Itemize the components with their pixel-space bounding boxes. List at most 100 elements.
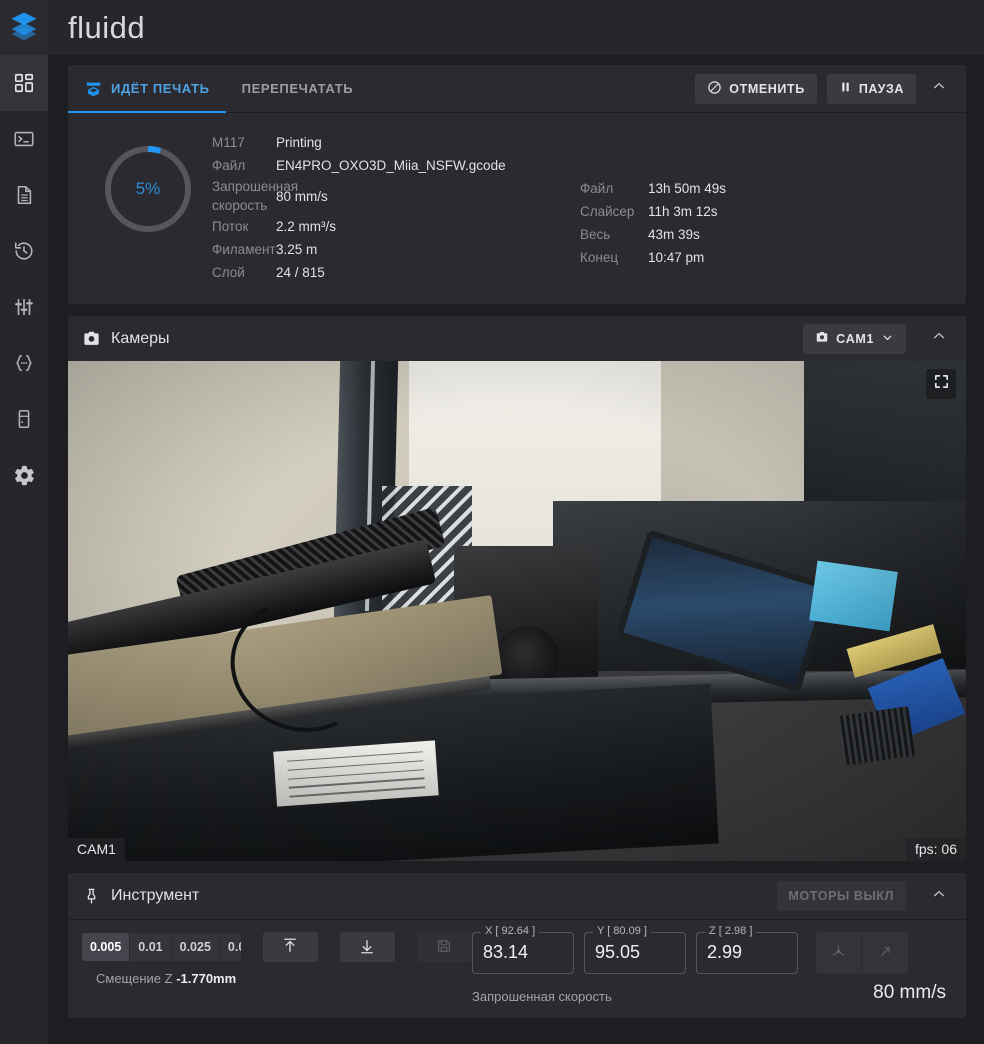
- tab-reprint-label: ПЕРЕПЕЧАТАТЬ: [241, 81, 354, 96]
- progress-ring: 5%: [102, 143, 194, 235]
- cancel-button-label: ОТМЕНИТЬ: [729, 81, 805, 96]
- printer-3d-nozzle-icon: [84, 79, 103, 98]
- app-logo[interactable]: [0, 0, 48, 55]
- pause-icon: [839, 80, 852, 97]
- home-all-button[interactable]: [816, 932, 862, 974]
- print-status-body: 5% M117 Printing Файл EN4PRO_OXO3D_Miia_…: [68, 113, 966, 304]
- nozzle-icon: [82, 887, 101, 906]
- camera-icon: [815, 330, 829, 347]
- print-status-header: ИДЁТ ПЕЧАТЬ ПЕРЕПЕЧАТАТЬ ОТМЕНИТЬ ПАУЗА: [68, 65, 966, 113]
- pause-button[interactable]: ПАУЗА: [826, 73, 916, 104]
- coord-z-value: 2.99: [707, 942, 743, 962]
- z-offset-up-button[interactable]: [262, 932, 318, 962]
- sidebar-item-macros[interactable]: [0, 335, 48, 391]
- move-diagonal-button[interactable]: [862, 932, 908, 974]
- time-key: Конец: [580, 250, 619, 265]
- tab-reprint[interactable]: ПЕРЕПЕЧАТАТЬ: [226, 65, 370, 113]
- top-bar: fluidd: [0, 0, 984, 55]
- cameras-header: Камеры CAM1: [68, 316, 966, 361]
- collapse-status-button[interactable]: [924, 74, 954, 104]
- time-key: Слайсер: [580, 204, 635, 219]
- requested-speed-line: Запрошенная скорость 80 mm/s: [472, 982, 952, 1004]
- tab-printing[interactable]: ИДЁТ ПЕЧАТЬ: [68, 65, 226, 113]
- camera-selector-button[interactable]: CAM1: [803, 323, 906, 354]
- info-key: M117: [212, 135, 245, 150]
- z-offset-label: Смещение Z: [96, 971, 173, 986]
- sidebar-item-console[interactable]: [0, 111, 48, 167]
- sidebar-item-tune[interactable]: [0, 279, 48, 335]
- chevron-up-icon: [931, 78, 947, 99]
- coord-y-legend: Y [ 80.09 ]: [593, 925, 651, 937]
- sidebar-item-settings[interactable]: [0, 447, 48, 503]
- z-step-0025[interactable]: 0.025: [171, 933, 220, 961]
- camera-selector-label: CAM1: [836, 331, 874, 346]
- z-step-group: 0.005 0.01 0.025 0.05: [82, 933, 241, 961]
- sidebar-item-device[interactable]: [0, 391, 48, 447]
- dashboard-grid-icon: [13, 72, 35, 94]
- z-offset-down-button[interactable]: [339, 932, 395, 962]
- cameras-title: Камеры: [111, 329, 170, 347]
- time-row-eta: Конец 10:47 pm: [580, 246, 726, 269]
- z-step-005[interactable]: 0.05: [219, 933, 241, 961]
- time-key: Файл: [580, 181, 614, 196]
- info-key: Поток: [212, 219, 249, 234]
- main-content: ИДЁТ ПЕЧАТЬ ПЕРЕПЕЧАТАТЬ ОТМЕНИТЬ ПАУЗА …: [48, 55, 984, 1044]
- requested-speed-value: 80 mm/s: [873, 982, 946, 1003]
- print-status-card: ИДЁТ ПЕЧАТЬ ПЕРЕПЕЧАТАТЬ ОТМЕНИТЬ ПАУЗА …: [68, 65, 966, 304]
- coord-y[interactable]: Y [ 80.09 ] 95.05: [584, 925, 686, 974]
- terminal-icon: [13, 128, 35, 150]
- coord-z-legend: Z [ 2.98 ]: [705, 925, 757, 937]
- history-clock-icon: [13, 240, 35, 262]
- coord-x-legend: X [ 92.64 ]: [481, 925, 540, 937]
- camera-name-overlay: CAM1: [68, 838, 125, 861]
- tool-title: Инструмент: [111, 887, 200, 904]
- chevron-down-icon: [881, 331, 894, 347]
- save-floppy-icon: [436, 938, 452, 957]
- info-value: 24 / 815: [276, 265, 325, 280]
- save-offset-button[interactable]: [416, 932, 473, 962]
- position-controls: X [ 92.64 ] 83.14 Y [ 80.09 ] 95.05 Z [ …: [472, 925, 952, 1004]
- info-key: Файл: [212, 158, 246, 173]
- collapse-tool-button[interactable]: [924, 881, 954, 911]
- time-row-total: Весь 43m 39s: [580, 223, 726, 246]
- info-row-flow: Поток 2.2 mm³/s: [212, 215, 512, 238]
- sidebar-item-gcode-files[interactable]: [0, 167, 48, 223]
- sidebar-item-history[interactable]: [0, 223, 48, 279]
- time-row-slicer: Слайсер 11h 3m 12s: [580, 200, 726, 223]
- coord-z[interactable]: Z [ 2.98 ] 2.99: [696, 925, 798, 974]
- time-value: 43m 39s: [648, 227, 700, 242]
- info-key: Филамент: [212, 242, 276, 257]
- server-icon: [13, 408, 35, 430]
- camera-stream[interactable]: CAM1 fps: 06: [68, 361, 966, 861]
- tab-printing-label: ИДЁТ ПЕЧАТЬ: [111, 81, 210, 96]
- chevron-up-icon: [931, 328, 947, 349]
- info-row-layer: Слой 24 / 815: [212, 261, 512, 284]
- fullscreen-button[interactable]: [926, 369, 956, 399]
- z-step-001[interactable]: 0.01: [130, 933, 172, 961]
- tool-header: Инструмент МОТОРЫ ВЫКЛ: [68, 873, 966, 920]
- camera-frame-image: [68, 361, 966, 861]
- coord-x[interactable]: X [ 92.64 ] 83.14: [472, 925, 574, 974]
- cancel-button[interactable]: ОТМЕНИТЬ: [695, 73, 817, 104]
- cameras-card: Камеры CAM1 CAM1 fps: 06: [68, 316, 966, 861]
- file-document-icon: [13, 184, 35, 206]
- z-offset-value: -1.770mm: [176, 971, 237, 986]
- gear-icon: [13, 464, 36, 487]
- z-step-0005[interactable]: 0.005: [82, 933, 131, 961]
- requested-speed-label: Запрошенная скорость: [472, 989, 612, 1004]
- motors-off-label: МОТОРЫ ВЫКЛ: [788, 889, 894, 903]
- motors-off-button[interactable]: МОТОРЫ ВЫКЛ: [776, 881, 906, 911]
- tool-body: 0.005 0.01 0.025 0.05: [68, 920, 966, 1018]
- fullscreen-icon: [933, 373, 950, 395]
- time-row-file: Файл 13h 50m 49s: [580, 177, 726, 200]
- braces-icon: [13, 352, 35, 374]
- collapse-cameras-button[interactable]: [924, 324, 954, 354]
- info-row-filament: Филамент 3.25 m: [212, 238, 512, 261]
- sidebar-item-dashboard[interactable]: [0, 55, 48, 111]
- sidebar: [0, 55, 48, 1044]
- z-step-row: 0.005 0.01 0.025 0.05: [82, 932, 473, 962]
- info-key: Слой: [212, 265, 245, 280]
- info-row-m117: M117 Printing: [212, 131, 512, 154]
- time-value: 13h 50m 49s: [648, 181, 727, 196]
- arrow-up-bar-icon: [281, 937, 299, 958]
